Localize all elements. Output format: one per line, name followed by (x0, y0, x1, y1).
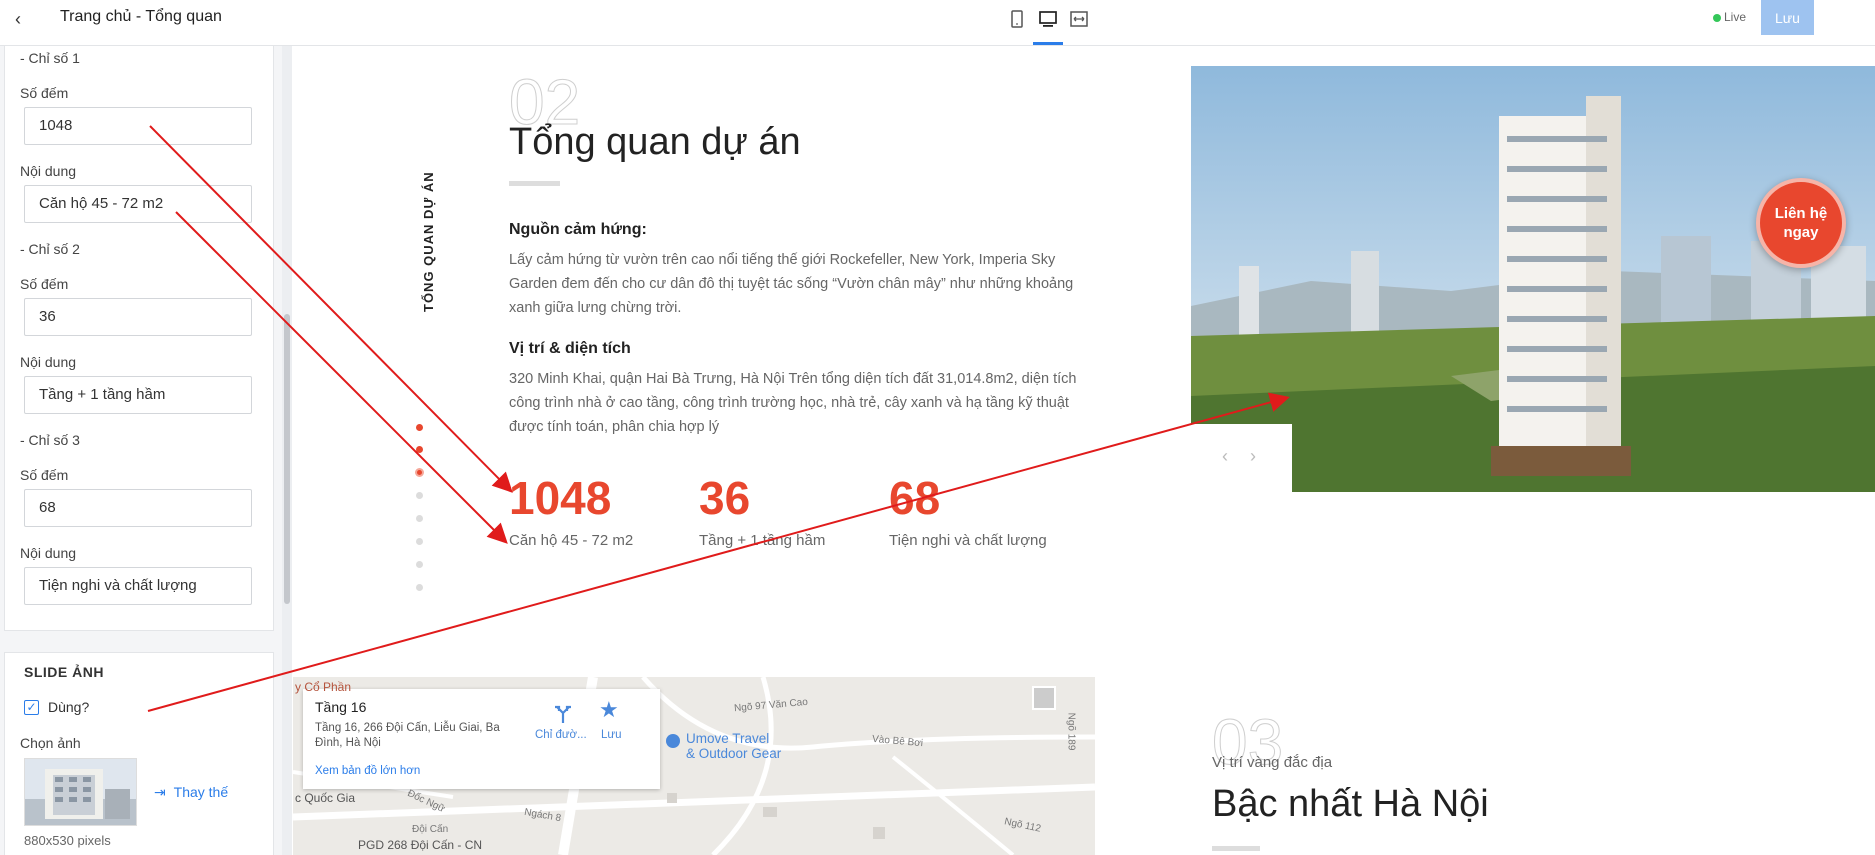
annotation-arrows (147, 125, 1290, 712)
annotation-arrow-content (175, 211, 508, 544)
annotation-arrow-slide (147, 392, 1290, 712)
annotation-arrow-count (149, 125, 513, 493)
